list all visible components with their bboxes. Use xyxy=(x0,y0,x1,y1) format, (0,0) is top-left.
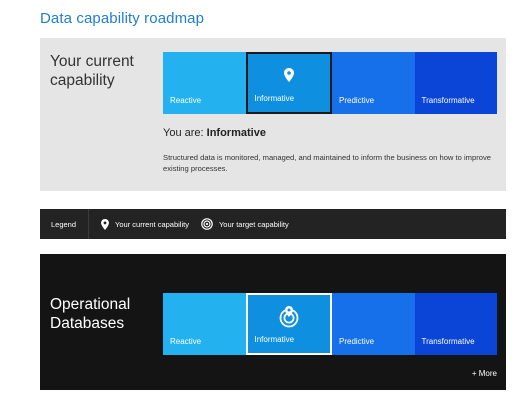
current-capability-panel: Your current capability Reactive Informa… xyxy=(40,38,506,191)
you-are-statement: You are: Informative xyxy=(163,127,266,139)
scale-segment-label: Reactive xyxy=(170,96,202,105)
legend-target-label: Your target capability xyxy=(218,219,289,229)
legend-label: Legend xyxy=(40,209,90,239)
legend-bar: Legend Your current capability Your targ… xyxy=(40,209,506,239)
scale-segment-label: Transformative xyxy=(421,96,475,105)
legend-current-label: Your current capability xyxy=(115,219,189,229)
legend-target-capability: Your target capability xyxy=(201,218,289,230)
current-scale-reactive[interactable]: Reactive xyxy=(163,52,246,114)
you-are-prefix: You are: xyxy=(163,127,204,139)
current-scale-informative[interactable]: Informative xyxy=(245,52,332,114)
operational-databases-heading: Operational Databases xyxy=(50,296,131,332)
target-pin-icon xyxy=(279,305,299,331)
operational-capability-scale: Reactive Informative Predictive Transfor… xyxy=(163,293,497,355)
scale-segment-label: Informative xyxy=(254,335,295,344)
ops-scale-predictive[interactable]: Predictive xyxy=(332,293,415,355)
operational-databases-panel: Operational Databases Reactive Informati… xyxy=(40,254,506,390)
ops-scale-reactive[interactable]: Reactive xyxy=(163,293,246,355)
you-are-value: Informative xyxy=(206,127,266,139)
more-link[interactable]: + More xyxy=(472,369,497,378)
capability-description: Structured data is monitored, managed, a… xyxy=(163,153,491,173)
map-pin-icon xyxy=(101,218,109,230)
target-icon xyxy=(201,218,213,230)
scale-segment-label: Transformative xyxy=(421,337,475,346)
page-title: Data capability roadmap xyxy=(40,10,205,27)
scale-segment-label: Predictive xyxy=(339,96,375,105)
scale-segment-label: Informative xyxy=(254,94,295,103)
scale-segment-label: Predictive xyxy=(339,337,375,346)
current-scale-predictive[interactable]: Predictive xyxy=(332,52,415,114)
current-capability-heading: Your current capability xyxy=(50,53,134,89)
legend-current-capability: Your current capability xyxy=(101,218,189,230)
map-pin-icon xyxy=(283,68,294,84)
scale-segment-label: Reactive xyxy=(170,337,202,346)
ops-scale-informative[interactable]: Informative xyxy=(245,293,332,355)
current-capability-scale: Reactive Informative Predictive Transfor… xyxy=(163,52,497,114)
current-scale-transformative[interactable]: Transformative xyxy=(414,52,497,114)
ops-scale-transformative[interactable]: Transformative xyxy=(414,293,497,355)
